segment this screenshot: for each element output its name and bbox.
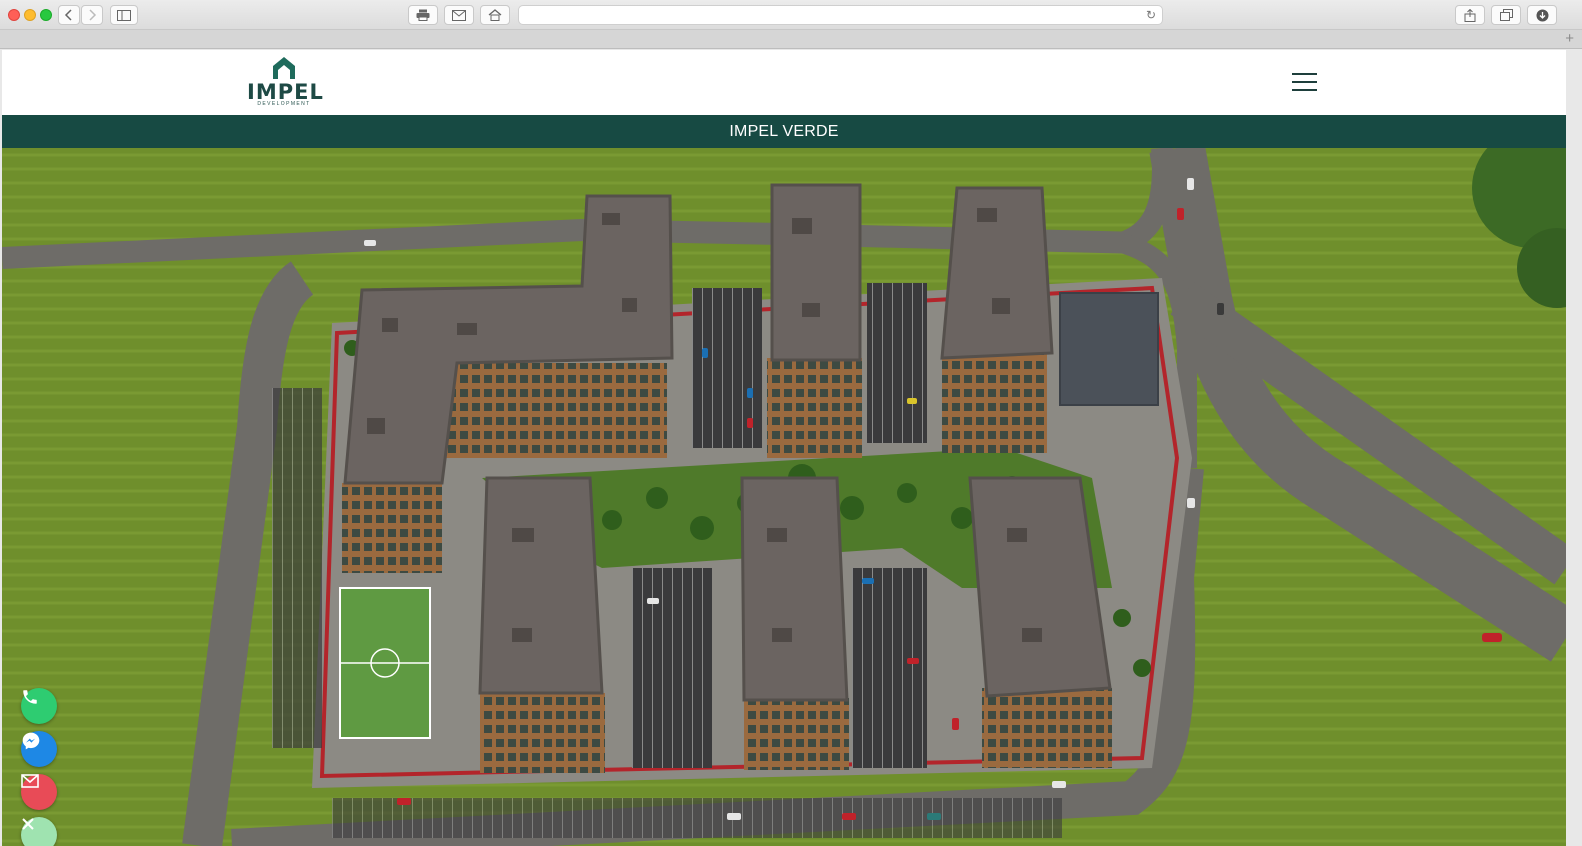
share-button[interactable] — [1455, 5, 1485, 25]
sidebar-button[interactable] — [110, 5, 138, 25]
site-header: IMPEL DEVELOPMENT — [2, 50, 1566, 115]
phone-call-button[interactable] — [21, 688, 57, 724]
phone-icon — [23, 690, 37, 704]
messenger-icon — [22, 732, 40, 750]
forward-icon — [89, 9, 97, 21]
browser-toolbar: ↻ — [0, 0, 1582, 30]
aerial-render-image — [2, 148, 1566, 846]
project-title-bar: IMPEL VERDE — [2, 115, 1566, 148]
close-icon — [22, 818, 34, 830]
close-contacts-button[interactable] — [21, 817, 57, 846]
tabs-icon — [1499, 9, 1513, 21]
sidebar-icon — [117, 9, 131, 21]
reload-icon[interactable]: ↻ — [1146, 8, 1156, 22]
web-page: IMPEL DEVELOPMENT IMPEL VERDE — [2, 50, 1566, 846]
share-icon — [1464, 8, 1476, 22]
back-button[interactable] — [58, 5, 80, 25]
page-title: IMPEL VERDE — [729, 123, 839, 140]
email-button[interactable] — [21, 774, 57, 810]
messenger-button[interactable] — [21, 731, 57, 767]
close-window-button[interactable] — [8, 9, 20, 21]
zoom-window-button[interactable] — [40, 9, 52, 21]
email-icon — [21, 774, 39, 788]
back-icon — [64, 9, 72, 21]
minimize-window-button[interactable] — [24, 9, 36, 21]
mail-icon — [452, 9, 466, 21]
print-button[interactable] — [408, 5, 438, 25]
download-icon — [1536, 9, 1548, 21]
forward-button[interactable] — [81, 5, 103, 25]
address-bar[interactable]: ↻ — [518, 5, 1163, 25]
tab-strip: + — [0, 30, 1582, 49]
new-tab-icon[interactable]: + — [1565, 30, 1574, 48]
residential-complex-illustration — [2, 148, 1566, 846]
mail-button[interactable] — [444, 5, 474, 25]
downloads-button[interactable] — [1527, 5, 1557, 25]
home-icon — [488, 9, 502, 21]
print-icon — [416, 9, 430, 21]
tabs-overview-button[interactable] — [1491, 5, 1521, 25]
logo-subtitle: DEVELOPMENT — [257, 101, 311, 107]
impel-logo[interactable]: IMPEL DEVELOPMENT — [247, 55, 323, 111]
home-button[interactable] — [480, 5, 510, 25]
house-logo-icon — [273, 57, 295, 79]
hamburger-menu-icon[interactable] — [1292, 73, 1317, 91]
